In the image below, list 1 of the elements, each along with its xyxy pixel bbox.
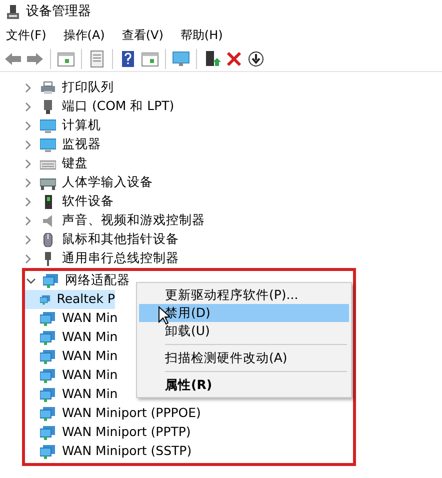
window-title: 设备管理器 (26, 3, 91, 22)
